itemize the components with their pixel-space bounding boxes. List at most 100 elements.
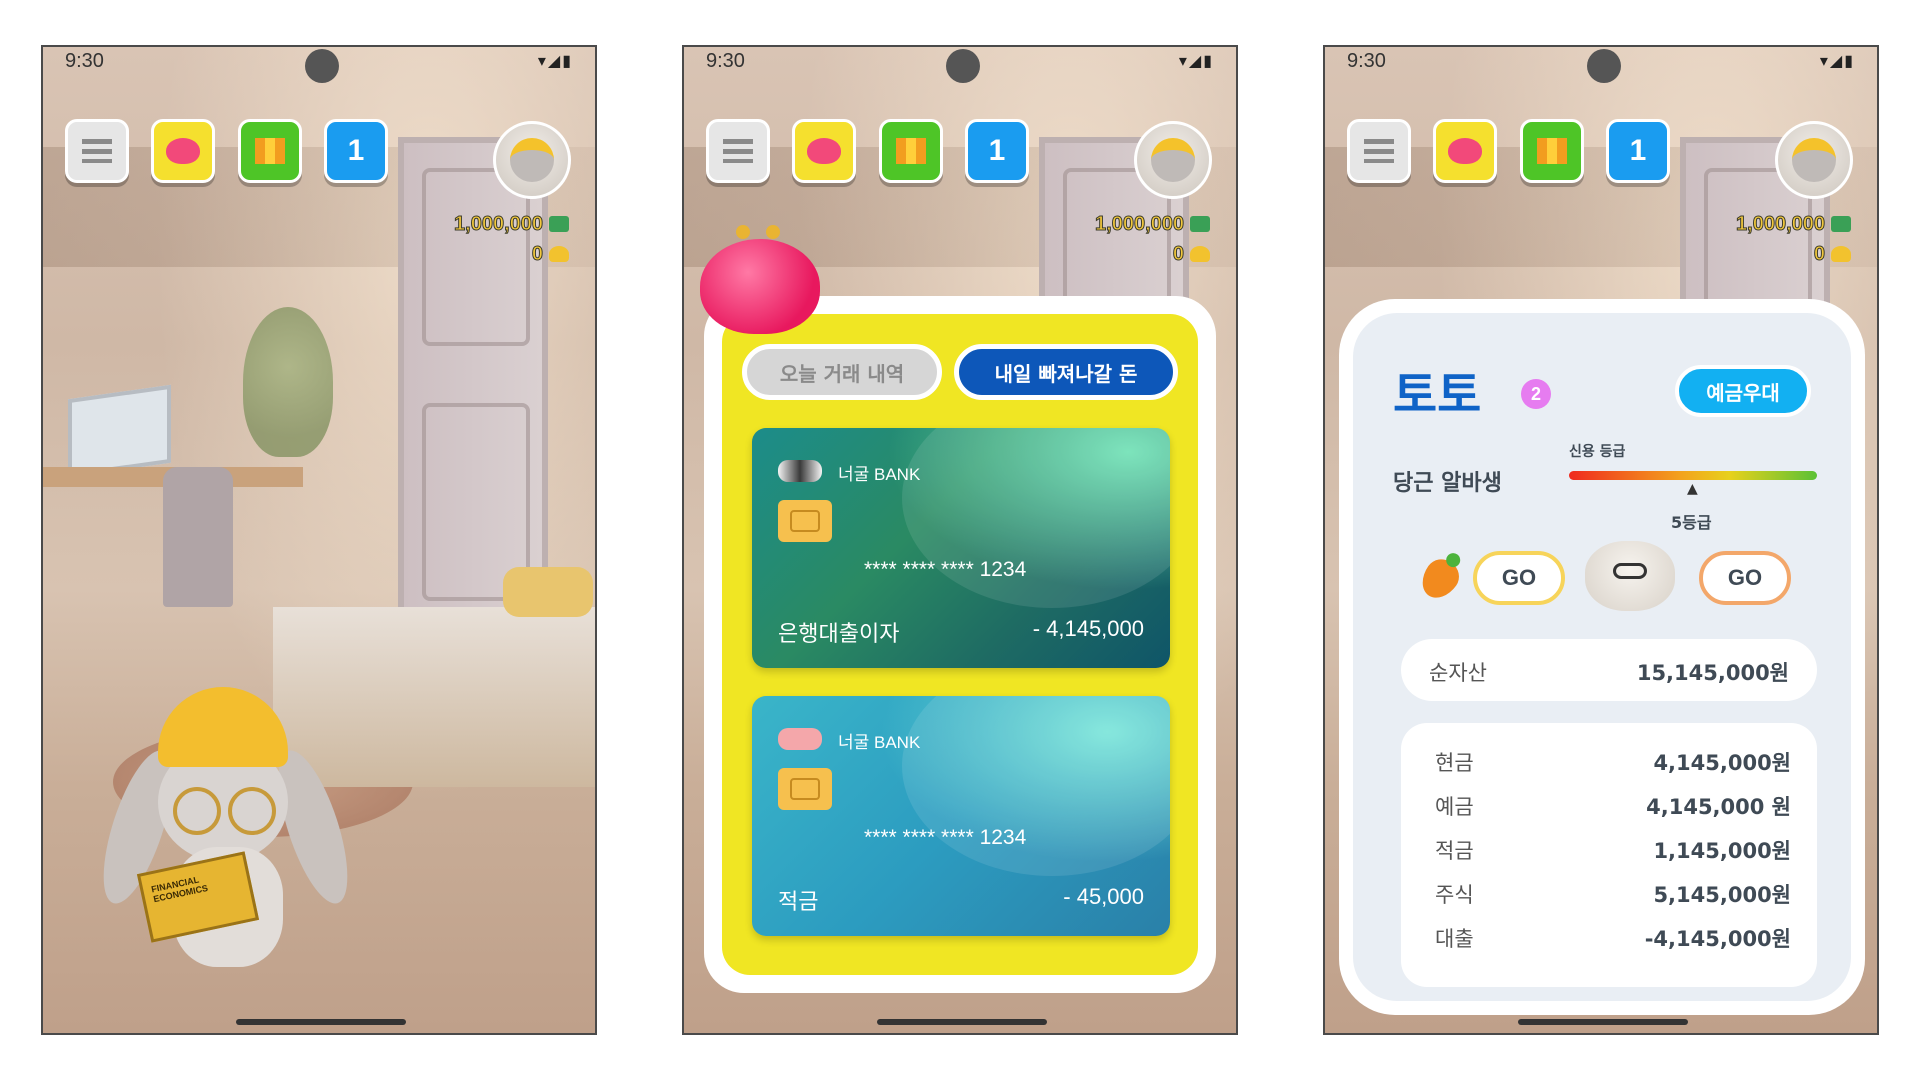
profile-level-badge: 2 xyxy=(1521,379,1551,409)
bank-card[interactable]: 너굴 BANK **** **** **** 1234 적금 - 45,000 xyxy=(752,696,1170,936)
camera-notch xyxy=(946,49,980,83)
money-counter: 1,000,000 xyxy=(1736,213,1851,236)
card-amount: - 45,000 xyxy=(1063,884,1144,909)
money-counter: 1,000,000 xyxy=(1095,213,1210,236)
profile-avatar[interactable] xyxy=(1134,121,1212,199)
credit-grade-value: 5등급 xyxy=(1671,513,1712,532)
map-button[interactable] xyxy=(879,119,943,183)
bunny-cap xyxy=(158,687,288,767)
wallet-panel: 오늘 거래 내역 내일 빠져나갈 돈 너굴 BANK **** **** ***… xyxy=(704,296,1216,993)
level-button[interactable]: 1 xyxy=(324,119,388,183)
home-indicator[interactable] xyxy=(236,1019,406,1025)
money-value: 1,000,000 xyxy=(1736,213,1826,236)
avatar-face xyxy=(1151,138,1195,182)
map-button[interactable] xyxy=(238,119,302,183)
wallet-panel-inner: 오늘 거래 내역 내일 빠져나갈 돈 너굴 BANK **** **** ***… xyxy=(722,314,1198,975)
card-label: 은행대출이자 xyxy=(778,622,900,647)
home-indicator[interactable] xyxy=(1518,1019,1688,1025)
coin-value: 0 xyxy=(1172,243,1184,266)
purse-icon xyxy=(700,225,820,334)
card-amount: - 4,145,000 xyxy=(1032,616,1144,641)
coin-counter: 0 xyxy=(531,243,569,266)
status-icons: ▾◢▮ xyxy=(537,53,573,70)
map-button[interactable] xyxy=(1520,119,1584,183)
coin-value: 0 xyxy=(1813,243,1825,266)
hamburger-icon xyxy=(1364,139,1394,163)
bank-card[interactable]: 너굴 BANK **** **** **** 1234 은행대출이자 - 4,1… xyxy=(752,428,1170,668)
wallet-button[interactable] xyxy=(151,119,215,183)
raccoon-icon xyxy=(778,460,822,482)
card-chip-icon xyxy=(778,768,832,810)
card-label: 적금 xyxy=(778,890,819,915)
cash-icon xyxy=(549,216,569,232)
money-value: 1,000,000 xyxy=(1095,213,1185,236)
profile-job: 당근 알바생 xyxy=(1393,471,1502,496)
avatar-face xyxy=(1792,138,1836,182)
hamburger-icon xyxy=(723,139,753,163)
room-pillow xyxy=(503,567,593,617)
asset-label: 대출 xyxy=(1435,927,1474,951)
menu-button[interactable] xyxy=(1347,119,1411,183)
status-time: 9:30 xyxy=(706,50,745,72)
phone-screen-wallet: 9:30 ▾◢▮ 1 1,000,000 0 오늘 거래 내역 내일 빠져나갈 … xyxy=(682,45,1238,1035)
bunny-glasses-right xyxy=(228,787,276,835)
deposit-benefit-button[interactable]: 예금우대 xyxy=(1675,365,1811,417)
card-bank-name: 너굴 BANK xyxy=(838,465,921,484)
go-button-sheep[interactable]: GO xyxy=(1699,551,1791,605)
map-icon xyxy=(255,138,285,164)
map-icon xyxy=(1537,138,1567,164)
tab-tomorrow-payments[interactable]: 내일 빠져나갈 돈 xyxy=(954,344,1178,400)
status-time: 9:30 xyxy=(65,50,104,72)
home-indicator[interactable] xyxy=(877,1019,1047,1025)
camera-notch xyxy=(305,49,339,83)
card-number: **** **** **** 1234 xyxy=(864,826,1027,849)
level-button[interactable]: 1 xyxy=(1606,119,1670,183)
go-button-carrot[interactable]: GO xyxy=(1473,551,1565,605)
pig-icon xyxy=(778,728,822,750)
sheep-icon xyxy=(1585,541,1675,611)
credit-marker-icon: ▲ xyxy=(1687,481,1698,497)
avatar-face xyxy=(510,138,554,182)
coin-icon xyxy=(549,246,569,262)
asset-label: 예금 xyxy=(1435,795,1474,819)
hamburger-icon xyxy=(82,139,112,163)
net-worth-row: 순자산 15,145,000원 xyxy=(1401,639,1817,701)
asset-label: 적금 xyxy=(1435,839,1474,863)
bunny-character[interactable]: FINANCIAL ECONOMICS xyxy=(89,687,362,987)
asset-row: 대출 -4,145,000원 xyxy=(1401,919,1817,953)
asset-value: 1,145,000원 xyxy=(1653,839,1791,863)
asset-value: 4,145,000 원 xyxy=(1646,795,1791,819)
room-laptop xyxy=(68,384,171,478)
credit-grade-label: 신용 등급 xyxy=(1569,444,1626,460)
coin-icon xyxy=(1190,246,1210,262)
purse-icon xyxy=(166,138,200,164)
status-time: 9:30 xyxy=(1347,50,1386,72)
money-counter: 1,000,000 xyxy=(454,213,569,236)
wallet-button[interactable] xyxy=(792,119,856,183)
asset-label: 주식 xyxy=(1435,883,1474,907)
net-worth-label: 순자산 xyxy=(1429,661,1487,685)
menu-button[interactable] xyxy=(65,119,129,183)
purse-icon xyxy=(807,138,841,164)
status-bar: 9:30 ▾◢▮ xyxy=(684,47,1236,83)
room-chair xyxy=(163,467,233,607)
coin-value: 0 xyxy=(531,243,543,266)
cash-icon xyxy=(1190,216,1210,232)
card-number: **** **** **** 1234 xyxy=(864,558,1027,581)
card-chip-icon xyxy=(778,500,832,542)
purse-icon xyxy=(1448,138,1482,164)
menu-button[interactable] xyxy=(706,119,770,183)
net-worth-value: 15,145,000원 xyxy=(1636,661,1789,685)
profile-avatar[interactable] xyxy=(1775,121,1853,199)
level-button[interactable]: 1 xyxy=(965,119,1029,183)
phone-screen-profile: 9:30 ▾◢▮ 1 1,000,000 0 토토 2 예금우대 당근 알바생 … xyxy=(1323,45,1879,1035)
credit-grade-bar xyxy=(1569,471,1817,480)
profile-avatar[interactable] xyxy=(493,121,571,199)
wallet-button[interactable] xyxy=(1433,119,1497,183)
tab-today-transactions[interactable]: 오늘 거래 내역 xyxy=(742,344,942,400)
coin-icon xyxy=(1831,246,1851,262)
bunny-glasses-left xyxy=(173,787,221,835)
assets-list: 현금 4,145,000원 예금 4,145,000 원 적금 1,145,00… xyxy=(1401,723,1817,987)
asset-row: 현금 4,145,000원 xyxy=(1401,743,1817,777)
coin-counter: 0 xyxy=(1172,243,1210,266)
